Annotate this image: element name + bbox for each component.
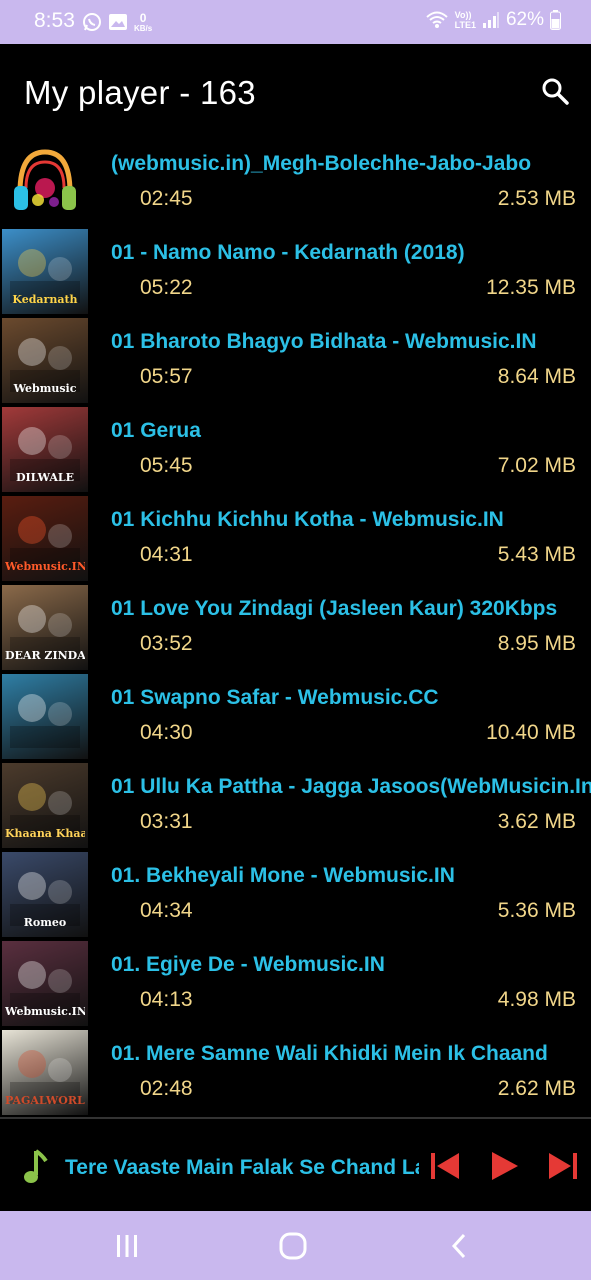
song-file-size: 10.40 MB [486, 721, 576, 744]
album-art-label: Romeo [23, 916, 67, 929]
album-art-label: Khaana Khaake [5, 827, 85, 840]
song-file-size: 2.53 MB [497, 187, 576, 210]
album-art-label: DEAR ZINDAGI [5, 649, 85, 662]
now-playing-bar[interactable]: Tere Vaaste Main Falak Se Chand La [0, 1117, 591, 1213]
song-title: 01 Gerua [111, 419, 201, 442]
net-speed: 0 KB/s [134, 10, 153, 33]
previous-button[interactable] [428, 1149, 462, 1183]
song-file-size: 12.35 MB [486, 276, 576, 299]
song-duration: 04:31 [140, 543, 193, 566]
song-duration: 05:22 [140, 276, 193, 299]
recents-button[interactable] [112, 1231, 142, 1261]
album-art-thumbnail: Romeo [2, 852, 88, 937]
album-art-label: Webmusic.IN [5, 560, 85, 573]
song-duration: 03:52 [140, 632, 193, 655]
battery-icon [550, 10, 561, 30]
album-art-thumbnail [2, 140, 88, 225]
song-list-item[interactable]: Kedarnath 01 - Namo Namo - Kedarnath (201… [0, 227, 591, 316]
skip-previous-icon [431, 1153, 459, 1179]
song-list-item[interactable]: (webmusic.in)_Megh-Bolechhe-Jabo-Jabo 02:… [0, 138, 591, 227]
song-title: 01. Bekheyali Mone - Webmusic.IN [111, 864, 455, 887]
album-art-thumbnail: Webmusic [2, 318, 88, 403]
song-title: 01 Swapno Safar - Webmusic.CC [111, 686, 439, 709]
signal-icon [482, 12, 499, 28]
music-note-icon [24, 1149, 48, 1183]
album-art-label: Webmusic [13, 382, 77, 395]
song-duration: 04:13 [140, 988, 193, 1011]
song-duration: 05:45 [140, 454, 193, 477]
search-button[interactable] [540, 76, 570, 106]
search-icon [542, 78, 569, 105]
song-list-item[interactable]: Webmusic.IN 01 Kichhu Kichhu Kotha - Webm… [0, 494, 591, 583]
album-art-thumbnail: PAGALWORLD.COM [2, 1030, 88, 1115]
home-button[interactable] [278, 1231, 308, 1261]
song-title: 01 Bharoto Bhagyo Bidhata - Webmusic.IN [111, 330, 537, 353]
album-art-thumbnail: DEAR ZINDAGI [2, 585, 88, 670]
volte-indicator: Vo)) LTE1 [454, 10, 476, 30]
back-icon [451, 1233, 466, 1259]
song-duration: 02:48 [140, 1077, 193, 1100]
song-file-size: 3.62 MB [497, 810, 576, 833]
status-right: Vo)) LTE1 62% [425, 9, 561, 31]
song-title: 01 Kichhu Kichhu Kotha - Webmusic.IN [111, 508, 504, 531]
song-duration: 03:31 [140, 810, 193, 833]
album-art-thumbnail [2, 674, 88, 759]
song-list-item[interactable]: DILWALE 01 Gerua 05:45 7.02 MB [0, 405, 591, 494]
song-list-item[interactable]: Webmusic.IN 01. Egiye De - Webmusic.IN 04:… [0, 939, 591, 1028]
next-button[interactable] [546, 1149, 580, 1183]
status-left-icons: 0 KB/s [82, 11, 152, 33]
song-list-item[interactable]: PAGALWORLD.COM 01. Mere Samne Wali Khidki… [0, 1028, 591, 1117]
whatsapp-icon [83, 13, 101, 31]
gallery-icon [109, 14, 127, 30]
song-file-size: 7.02 MB [497, 454, 576, 477]
recents-icon [117, 1235, 137, 1257]
play-button[interactable] [488, 1149, 522, 1183]
song-list-item[interactable]: Romeo 01. Bekheyali Mone - Webmusic.IN 04:… [0, 850, 591, 939]
skip-next-icon [549, 1153, 577, 1179]
song-file-size: 8.95 MB [497, 632, 576, 655]
song-duration: 04:34 [140, 899, 193, 922]
song-list-item[interactable]: Khaana Khaake 01 Ullu Ka Pattha - Jagga J… [0, 761, 591, 850]
status-time: 8:53 [34, 9, 75, 32]
album-art-label: PAGALWORLD.COM [5, 1094, 85, 1107]
app-bar: My player - 163 [0, 44, 591, 140]
battery-percent: 62% [505, 9, 544, 30]
song-file-size: 4.98 MB [497, 988, 576, 1011]
song-list-item[interactable]: 01 Swapno Safar - Webmusic.CC 04:30 10.40 … [0, 672, 591, 761]
song-list-item[interactable]: DEAR ZINDAGI 01 Love You Zindagi (Jasleen… [0, 583, 591, 672]
album-art-label: Webmusic.IN [5, 1005, 85, 1018]
play-icon [492, 1152, 518, 1180]
album-art-thumbnail: DILWALE [2, 407, 88, 492]
album-art-label: Kedarnath [12, 293, 78, 306]
song-duration: 04:30 [140, 721, 193, 744]
wifi-icon [425, 11, 448, 28]
song-title: (webmusic.in)_Megh-Bolechhe-Jabo-Jabo [111, 152, 532, 175]
album-art-thumbnail: Khaana Khaake [2, 763, 88, 848]
album-art-label: DILWALE [16, 471, 74, 484]
song-title: 01 Love You Zindagi (Jasleen Kaur) 320Kb… [111, 597, 558, 620]
song-title: 01 - Namo Namo - Kedarnath (2018) [111, 241, 465, 264]
album-art-thumbnail: Webmusic.IN [2, 941, 88, 1026]
system-nav-bar [0, 1211, 591, 1280]
status-bar: 8:53 0 KB/s Vo)) LTE1 62% [0, 0, 591, 44]
song-title: 01. Mere Samne Wali Khidki Mein Ik Chaan… [111, 1042, 548, 1065]
song-duration: 02:45 [140, 187, 193, 210]
now-playing-title[interactable]: Tere Vaaste Main Falak Se Chand La [65, 1156, 419, 1180]
home-icon [279, 1232, 307, 1260]
album-art-thumbnail: Webmusic.IN [2, 496, 88, 581]
song-title: 01. Egiye De - Webmusic.IN [111, 953, 385, 976]
album-art-couple [10, 694, 80, 748]
page-title: My player - 163 [24, 74, 256, 111]
album-art-thumbnail: Kedarnath [2, 229, 88, 314]
song-file-size: 8.64 MB [497, 365, 576, 388]
headphones-art-icon [2, 140, 88, 225]
song-file-size: 5.36 MB [497, 899, 576, 922]
song-file-size: 2.62 MB [497, 1077, 576, 1100]
song-file-size: 5.43 MB [497, 543, 576, 566]
back-button[interactable] [445, 1231, 475, 1261]
song-duration: 05:57 [140, 365, 193, 388]
song-title: 01 Ullu Ka Pattha - Jagga Jasoos(WebMusi… [111, 775, 591, 798]
song-list-item[interactable]: Webmusic 01 Bharoto Bhagyo Bidhata - Webm… [0, 316, 591, 405]
